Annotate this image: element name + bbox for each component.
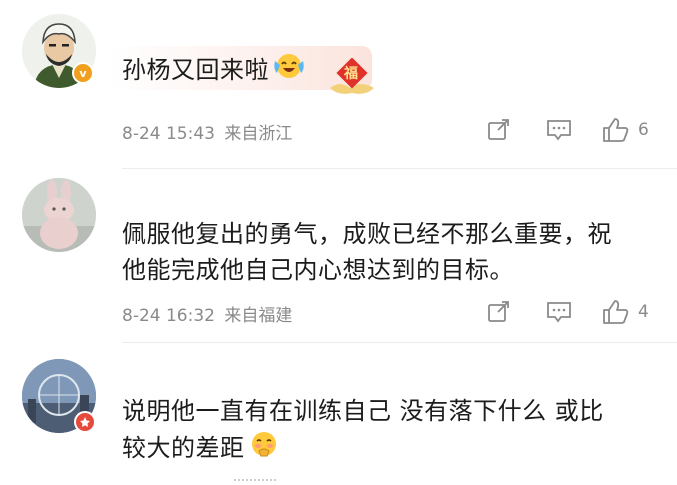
comment-actions: 6 xyxy=(484,116,664,144)
comment-text: 孙杨又回来啦 xyxy=(122,51,647,91)
thumbs-up-icon xyxy=(603,118,629,142)
thumbs-up-icon xyxy=(603,300,629,324)
comment-button[interactable] xyxy=(546,298,572,326)
like-button[interactable]: 4 xyxy=(602,298,649,326)
avatar[interactable] xyxy=(22,178,96,252)
repost-button[interactable] xyxy=(486,116,512,144)
like-count: 6 xyxy=(638,120,649,140)
like-button[interactable]: 6 xyxy=(602,116,649,144)
comment-icon xyxy=(547,120,571,141)
comment-time: 8-24 16:32 xyxy=(122,306,215,326)
like-count: 4 xyxy=(638,302,649,322)
comment-meta: 8-24 16:32 来自福建 xyxy=(122,301,292,326)
comment-meta: 8-24 15:43 来自浙江 xyxy=(122,119,292,144)
laughing-cry-emoji-icon xyxy=(273,51,305,91)
comment-2: 佩服他复出的勇气，成败已经不那么重要，祝 他能完成他自己内心想达到的目标。 8-… xyxy=(0,170,677,343)
red-badge-icon xyxy=(74,411,96,433)
comment-actions: 4 xyxy=(484,298,664,326)
shy-face-emoji-icon xyxy=(249,429,279,469)
fu-badge-decoration: 福 xyxy=(326,57,378,98)
repost-icon xyxy=(488,119,509,140)
comment-text: 佩服他复出的勇气，成败已经不那么重要，祝 他能完成他自己内心想达到的目标。 xyxy=(122,220,612,284)
comment-location: 来自浙江 xyxy=(224,124,293,144)
repost-button[interactable] xyxy=(486,298,512,326)
comment-1: v 孙杨又回来啦 福 8-24 15:43 来自浙江 6 xyxy=(0,0,677,170)
comment-3: 说明他一直有在训练自己 没有落下什么 或比 较大的差距 xyxy=(0,343,677,485)
comment-button[interactable] xyxy=(546,116,572,144)
comment-time: 8-24 15:43 xyxy=(122,124,215,144)
vip-badge: v xyxy=(72,62,94,84)
comment-text: 说明他一直有在训练自己 没有落下什么 或比 较大的差距 xyxy=(122,393,647,469)
repost-icon xyxy=(488,301,509,322)
comment-location: 来自福建 xyxy=(224,306,293,326)
partial-meta-placeholder xyxy=(234,479,276,483)
divider xyxy=(122,168,677,169)
plush-rabbit-avatar-icon xyxy=(22,178,96,252)
comment-icon xyxy=(547,302,571,323)
